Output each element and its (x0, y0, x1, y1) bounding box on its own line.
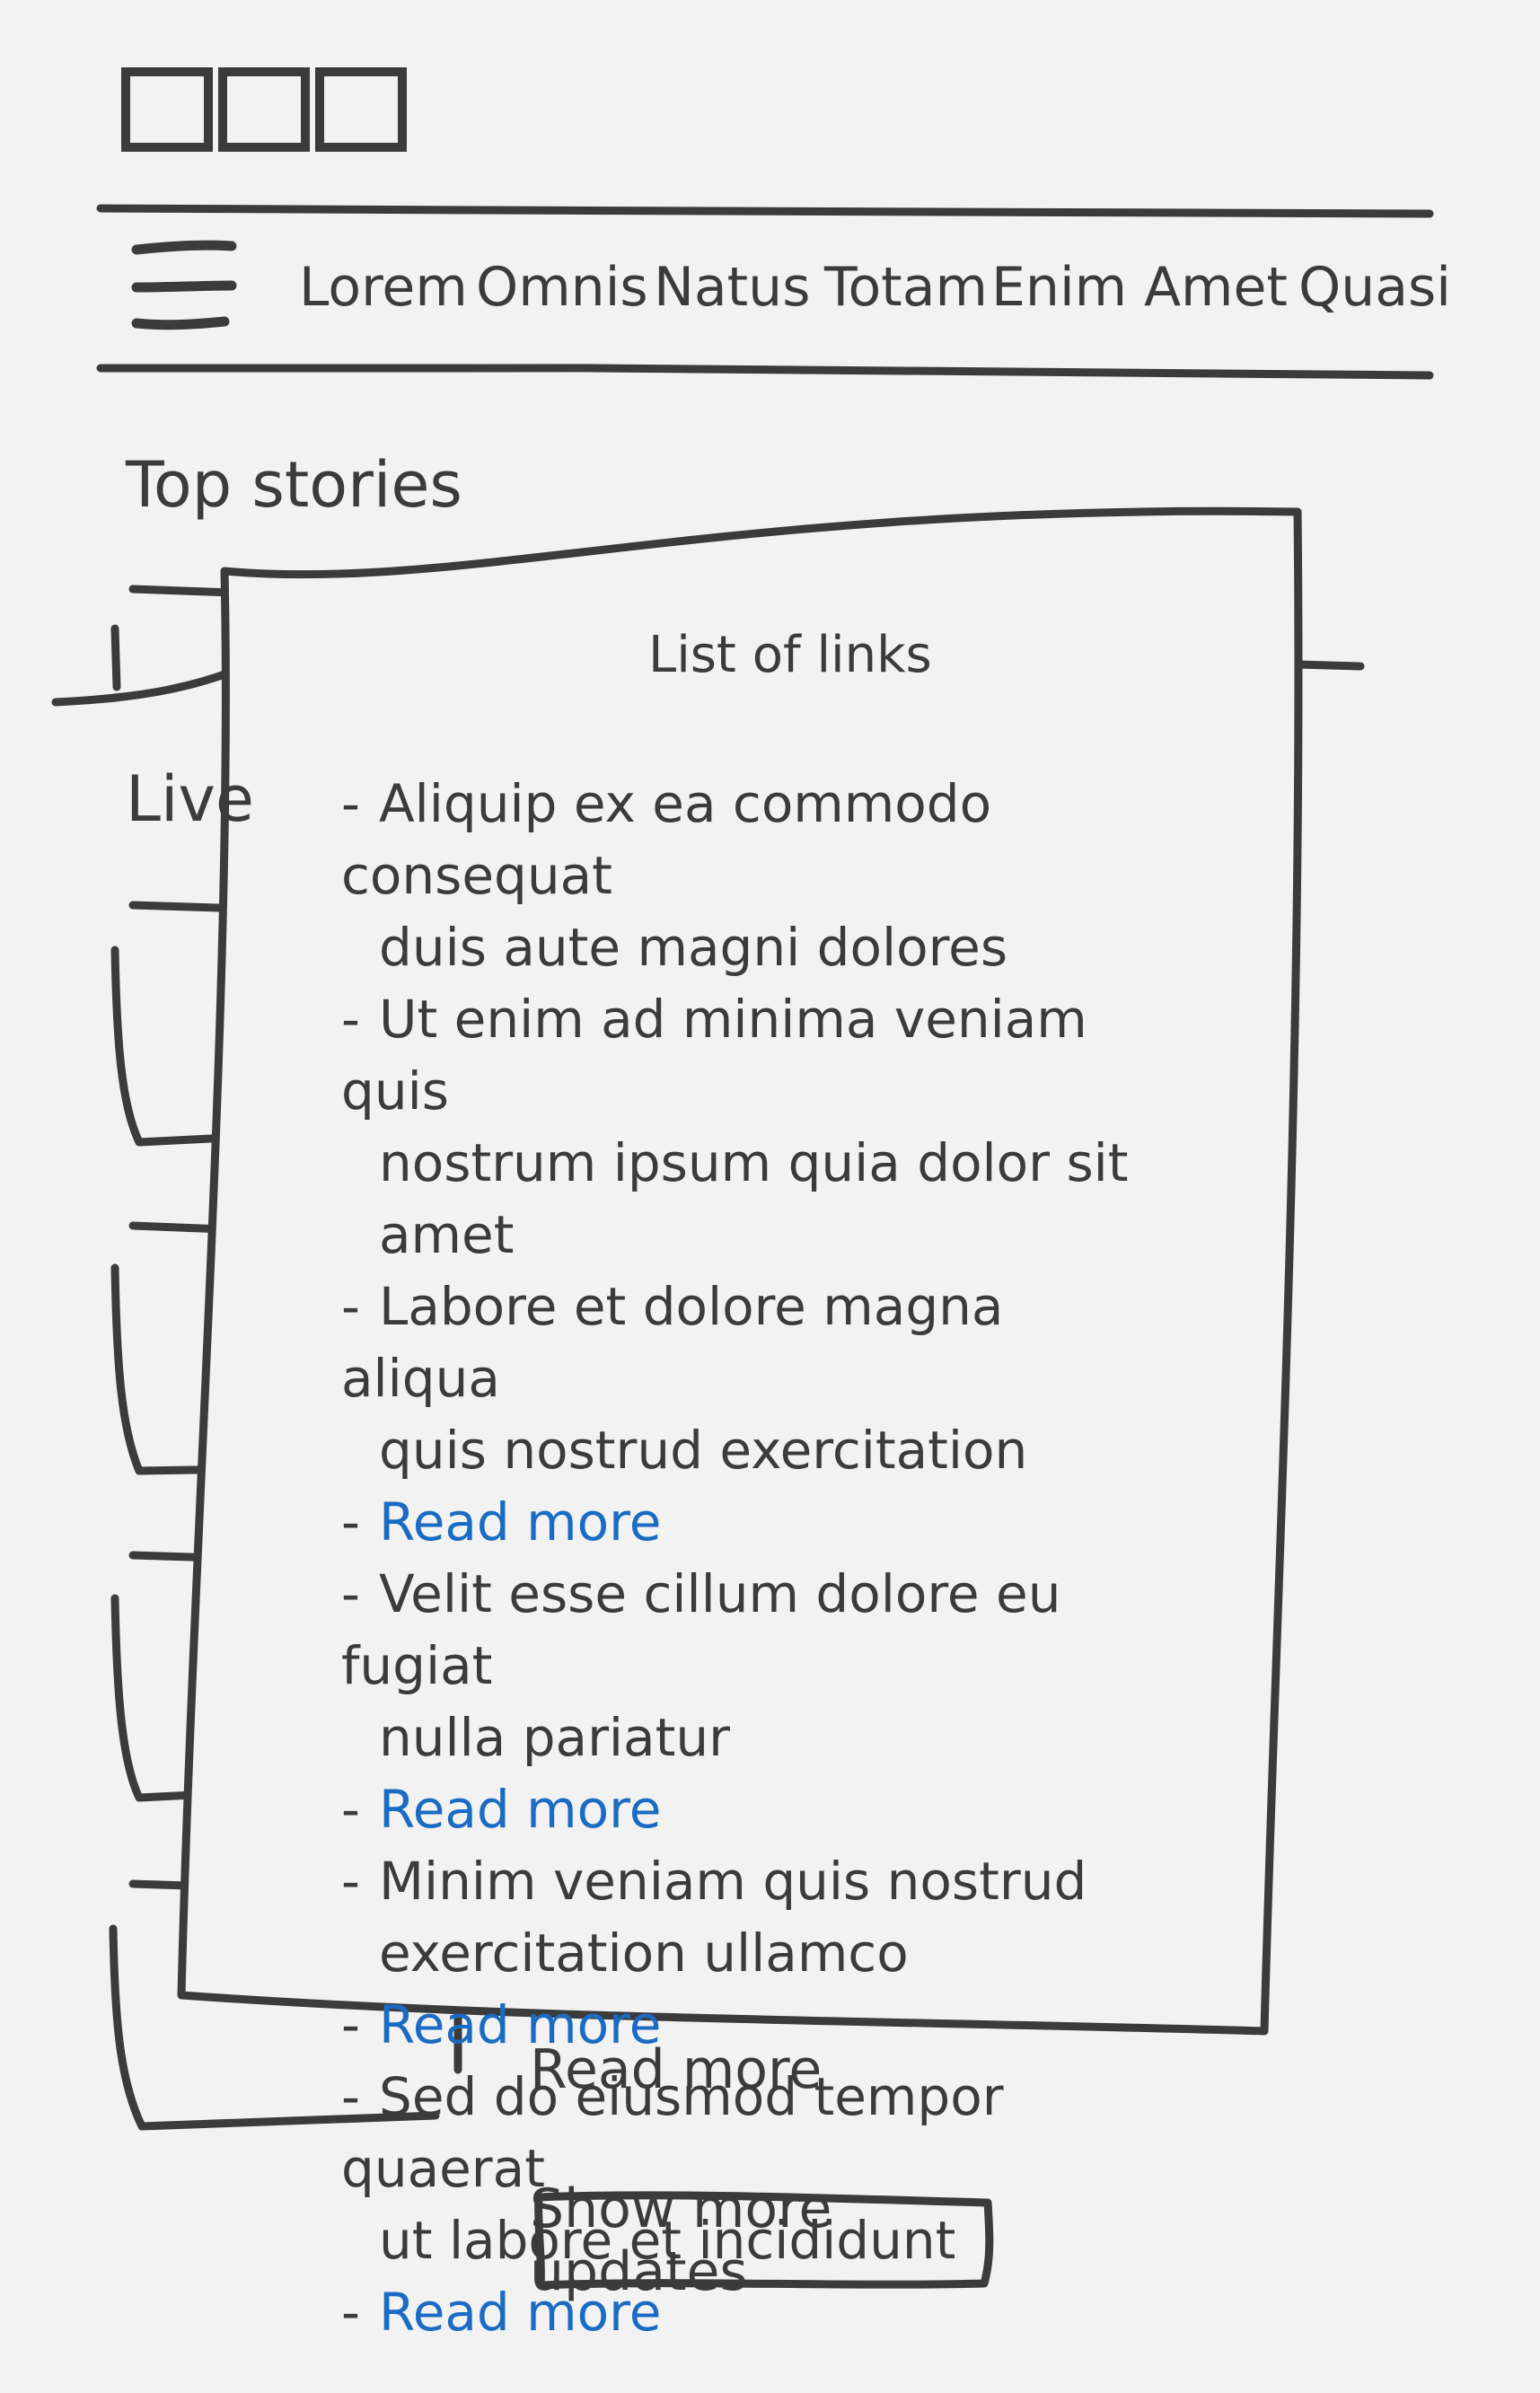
show-more-label: Show more updates (530, 2177, 832, 2303)
list-bullet: - (341, 1851, 360, 1912)
list-item-line: nostrum ipsum quia dolor sit amet (379, 1132, 1129, 1265)
list-item-line: Velit esse cillum dolore eu fugiat (341, 1563, 1061, 1696)
list-item-text: - Minim veniam quis nostrud (341, 1845, 1149, 1917)
read-more-link-text[interactable]: Read more (379, 1491, 661, 1553)
list-item-line: exercitation ullamco (379, 1922, 909, 1984)
list-bullet: - (341, 773, 360, 834)
read-more-link[interactable]: - Read more (341, 1773, 1149, 1845)
list-bullet: - (341, 1491, 360, 1553)
list-item-text: quis nostrud exercitation (341, 1414, 1149, 1486)
list-item-line: quis nostrud exercitation (379, 1420, 1028, 1481)
list-item-text: - Ut enim ad minima veniam quis (341, 983, 1149, 1127)
list-item-text: nostrum ipsum quia dolor sit amet (341, 1127, 1149, 1271)
read-more-link[interactable]: Read more (530, 2043, 822, 2097)
popup-link-list: - Aliquip ex ea commodo consequat duis aut… (341, 768, 1149, 2348)
list-item-line: Ut enim ad minima veniam quis (341, 989, 1087, 1122)
list-item-text: - Velit esse cillum dolore eu fugiat (341, 1558, 1149, 1702)
list-bullet: - (341, 1994, 360, 2055)
list-item-text: - Labore et dolore magna aliqua (341, 1271, 1149, 1414)
list-bullet: - (341, 2066, 360, 2127)
list-bullet: - (341, 1779, 360, 1840)
read-more-link[interactable]: - Read more (341, 1486, 1149, 1558)
list-item-line: Minim veniam quis nostrud (379, 1851, 1087, 1912)
list-bullet: - (341, 1276, 360, 1337)
list-item-text: nulla pariatur (341, 1702, 1149, 1773)
list-item-line: duis aute magni dolores (379, 917, 1008, 978)
list-item-line: nulla pariatur (379, 1707, 730, 1768)
read-more-link-text[interactable]: Read more (379, 1779, 661, 1840)
list-item-text: exercitation ullamco (341, 1917, 1149, 1989)
list-bullet: - (341, 2282, 360, 2343)
list-bullet: - (341, 989, 360, 1050)
list-item-line: Labore et dolore magna aliqua (341, 1276, 1004, 1409)
links-popup: List of links - Aliquip ex ea commodo con… (0, 0, 1540, 2393)
list-item-line: Aliquip ex ea commodo consequat (341, 773, 992, 906)
list-item-text: - Aliquip ex ea commodo consequat (341, 768, 1149, 911)
list-bullet: - (341, 1563, 360, 1624)
popup-title: List of links (648, 626, 932, 684)
list-item-text: duis aute magni dolores (341, 911, 1149, 983)
show-more-updates-button[interactable]: Show more updates (530, 2177, 997, 2303)
